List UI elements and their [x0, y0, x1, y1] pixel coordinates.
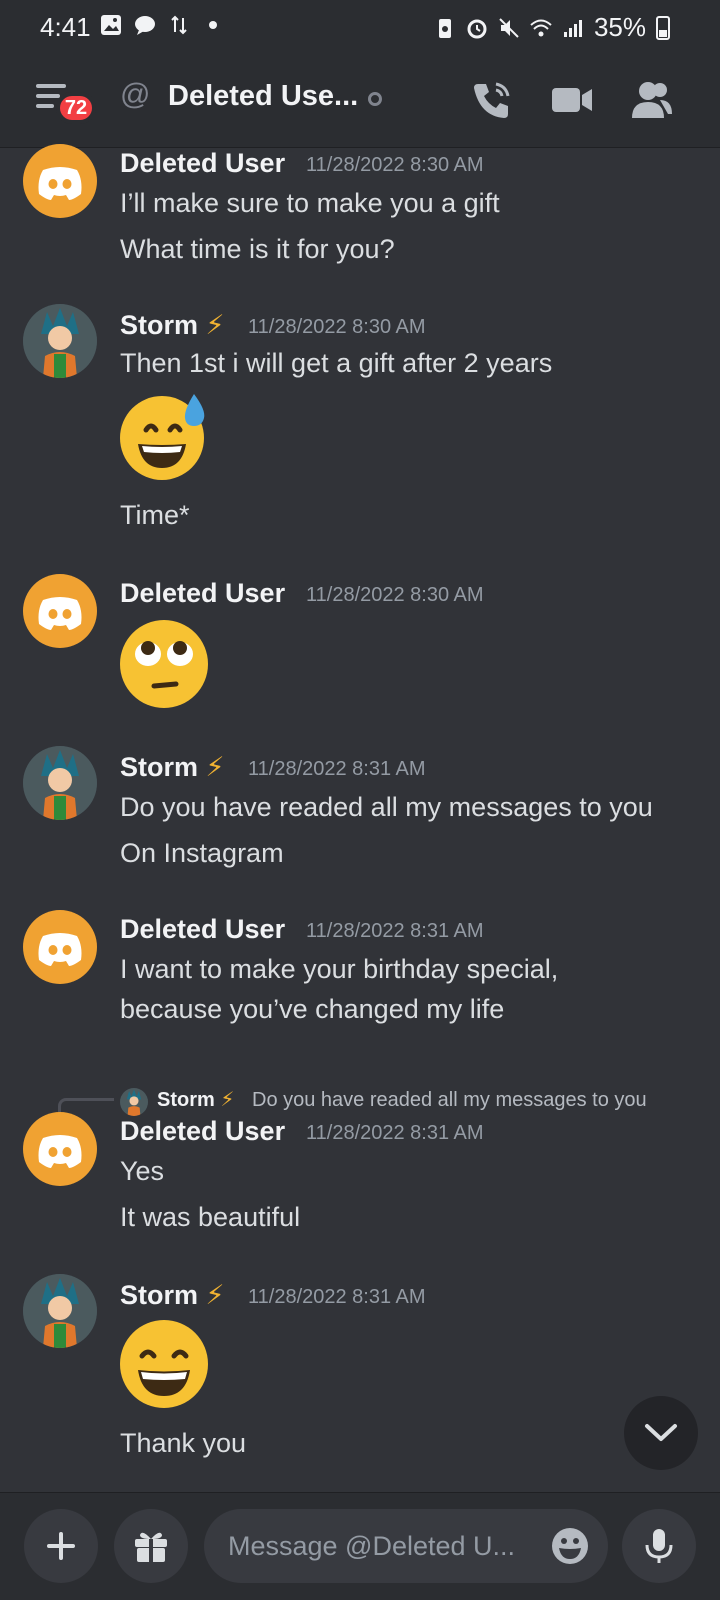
- message-text: It was beautiful: [120, 1202, 301, 1232]
- message-item[interactable]: Deleted User 11/28/2022 8:31 AM Yes It w…: [0, 1112, 720, 1246]
- battery-icon: [656, 15, 670, 40]
- grinning-face-with-sweat-icon: [120, 394, 205, 480]
- message-text: Thank you: [120, 1428, 247, 1458]
- message-item[interactable]: Storm ⚡ 11/28/2022 8:31 AM Thank you: [0, 1274, 720, 1480]
- lightning-icon: ⚡: [220, 1089, 235, 1111]
- reply-author[interactable]: Storm ⚡: [157, 1087, 234, 1112]
- voice-message-button[interactable]: [622, 1509, 696, 1583]
- status-bar: 4:41 35%: [0, 0, 720, 52]
- discord-logo-icon: [38, 1135, 82, 1168]
- avatar[interactable]: [23, 910, 97, 984]
- message-timestamp: 11/28/2022 8:30 AM: [248, 316, 426, 338]
- message-text: I want to make your birthday special,: [120, 954, 559, 984]
- avatar[interactable]: [23, 144, 97, 218]
- discord-logo-icon: [38, 167, 82, 200]
- message-author[interactable]: Deleted User: [120, 914, 285, 945]
- gallery-icon: [101, 15, 121, 35]
- attach-button[interactable]: [24, 1509, 98, 1583]
- status-time: 4:41: [40, 12, 91, 42]
- alarm-icon: [467, 19, 487, 38]
- lightning-icon: ⚡: [205, 310, 225, 340]
- face-with-rolling-eyes-icon: [120, 620, 208, 708]
- message-item[interactable]: Storm ⚡ 11/28/2022 8:30 AM Then 1st i wi…: [0, 304, 720, 540]
- gift-button[interactable]: [114, 1509, 188, 1583]
- menu-button[interactable]: 72: [34, 80, 96, 126]
- storm-avatar-icon: [120, 1088, 148, 1116]
- page-title[interactable]: Deleted Use...: [168, 80, 358, 113]
- notification-dot-icon: [209, 21, 217, 29]
- offline-status-icon: [368, 92, 382, 106]
- message-author[interactable]: Deleted User: [120, 1116, 285, 1147]
- message-item[interactable]: Deleted User 11/28/2022 8:30 AM I’ll mak…: [0, 144, 720, 278]
- at-sign-icon: @: [120, 78, 151, 111]
- members-icon[interactable]: [630, 78, 674, 122]
- message-text: Then 1st i will get a gift after 2 years: [120, 348, 553, 378]
- message-text: I’ll make sure to make you a gift: [120, 188, 500, 218]
- signal-icon: [563, 19, 582, 37]
- avatar[interactable]: [23, 1274, 97, 1348]
- storm-avatar-icon: [23, 304, 97, 378]
- message-timestamp: 11/28/2022 8:30 AM: [306, 154, 484, 176]
- reply-avatar[interactable]: [120, 1088, 148, 1116]
- storm-avatar-icon: [23, 1274, 97, 1348]
- discord-logo-icon: [38, 597, 82, 630]
- avatar[interactable]: [23, 574, 97, 648]
- video-call-icon[interactable]: [550, 78, 594, 122]
- avatar[interactable]: [23, 304, 97, 378]
- message-author[interactable]: Storm ⚡: [120, 1280, 225, 1311]
- storm-avatar-icon: [23, 746, 97, 820]
- battery-percent: 35%: [593, 12, 646, 42]
- voice-call-icon[interactable]: [470, 78, 514, 122]
- data-transfer-icon: [171, 15, 187, 35]
- message-text: What time is it for you?: [120, 234, 395, 264]
- reply-preview-text[interactable]: Do you have readed all my messages to yo…: [252, 1089, 647, 1112]
- message-input[interactable]: [228, 1509, 528, 1583]
- unread-badge: 72: [56, 92, 96, 124]
- message-composer: [0, 1492, 720, 1600]
- grinning-squinting-face-icon: [120, 1320, 208, 1408]
- wifi-icon: [530, 19, 552, 36]
- message-input-wrapper: [204, 1509, 608, 1583]
- message-author[interactable]: Storm ⚡: [120, 752, 225, 783]
- message-timestamp: 11/28/2022 8:31 AM: [248, 1286, 426, 1308]
- message-timestamp: 11/28/2022 8:31 AM: [306, 1122, 484, 1144]
- gift-icon: [135, 1532, 167, 1562]
- message-item[interactable]: Deleted User 11/28/2022 8:31 AM I want t…: [0, 910, 720, 1044]
- message-author[interactable]: Storm ⚡: [120, 310, 225, 341]
- message-text: Yes: [120, 1156, 165, 1186]
- mute-icon: [499, 17, 519, 38]
- message-text: because you’ve changed my life: [120, 994, 505, 1024]
- lightning-icon: ⚡: [205, 1280, 225, 1310]
- message-text: On Instagram: [120, 838, 284, 868]
- microphone-icon: [645, 1529, 673, 1563]
- message-timestamp: 11/28/2022 8:31 AM: [306, 920, 484, 942]
- message-text: Time*: [120, 500, 190, 530]
- emoji-picker-icon[interactable]: [550, 1526, 590, 1566]
- message-author[interactable]: Deleted User: [120, 578, 285, 609]
- message-item[interactable]: Deleted User 11/28/2022 8:30 AM: [0, 574, 720, 708]
- chevron-down-icon: [645, 1424, 677, 1441]
- message-item[interactable]: Storm ⚡ 11/28/2022 8:31 AM Do you have r…: [0, 746, 720, 882]
- message-timestamp: 11/28/2022 8:30 AM: [306, 584, 484, 606]
- channel-header: 72 @ Deleted Use...: [0, 52, 720, 148]
- message-text: Do you have readed all my messages to yo…: [120, 792, 653, 822]
- avatar[interactable]: [23, 1112, 97, 1186]
- chat-bubble-icon: [135, 16, 155, 35]
- battery-saver-icon: [438, 18, 451, 38]
- jump-to-present-button[interactable]: [624, 1396, 698, 1470]
- plus-icon: [47, 1532, 75, 1560]
- lightning-icon: ⚡: [205, 752, 225, 782]
- avatar[interactable]: [23, 746, 97, 820]
- discord-logo-icon: [38, 933, 82, 966]
- message-timestamp: 11/28/2022 8:31 AM: [248, 758, 426, 780]
- message-author[interactable]: Deleted User: [120, 148, 285, 179]
